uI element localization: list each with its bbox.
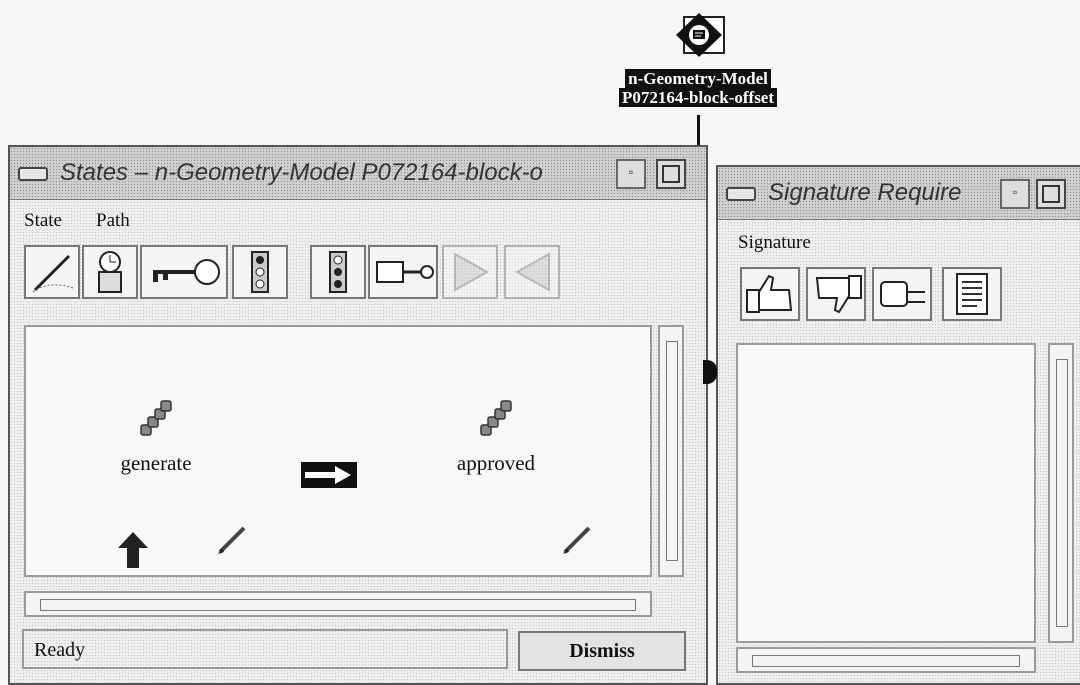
window-title: Signature Require bbox=[768, 179, 962, 206]
minimize-button[interactable]: ▫ bbox=[616, 159, 646, 189]
key-icon bbox=[153, 259, 220, 285]
state-generate[interactable]: generate bbox=[86, 397, 226, 476]
object-label: n-Geometry-Model P072164-block-offset bbox=[578, 69, 818, 108]
key-lock-tool-button[interactable] bbox=[368, 245, 438, 299]
status-text: Ready bbox=[34, 639, 86, 661]
backward-tool-button[interactable] bbox=[504, 245, 560, 299]
states-toolbar bbox=[10, 239, 706, 301]
status-bar: Ready bbox=[22, 629, 508, 669]
connector-stub bbox=[703, 360, 717, 384]
signature-list[interactable] bbox=[736, 343, 1036, 643]
pencil-icon[interactable] bbox=[561, 522, 595, 561]
signature-menubar: Signature bbox=[718, 221, 1080, 259]
signature-titlebar[interactable]: Signature Require ▫ bbox=[718, 167, 1080, 220]
window-title: States – n-Geometry-Model P072164-block-… bbox=[60, 159, 543, 186]
backward-icon bbox=[514, 252, 550, 292]
key-tool-button[interactable] bbox=[140, 245, 228, 299]
state-label: generate bbox=[120, 451, 192, 475]
pencil-icon[interactable] bbox=[216, 522, 250, 561]
states-titlebar[interactable]: States – n-Geometry-Model P072164-block-… bbox=[10, 147, 706, 200]
up-arrow-icon[interactable] bbox=[118, 532, 148, 573]
states-horizontal-scrollbar[interactable] bbox=[24, 591, 652, 617]
minimize-button[interactable]: ▫ bbox=[1000, 179, 1030, 209]
pen-icon bbox=[32, 254, 74, 293]
maximize-button[interactable] bbox=[656, 159, 686, 189]
forward-tool-button[interactable] bbox=[442, 245, 498, 299]
dismiss-button[interactable]: Dismiss bbox=[518, 631, 686, 671]
transition-arrow-icon[interactable] bbox=[301, 462, 357, 493]
states-menubar: State Path bbox=[10, 201, 706, 239]
signature-toolbar bbox=[718, 261, 1080, 323]
maximize-button[interactable] bbox=[1036, 179, 1066, 209]
window-menu-button[interactable] bbox=[726, 187, 756, 201]
signature-vertical-scrollbar[interactable] bbox=[1048, 343, 1074, 643]
clock-tool-button[interactable] bbox=[82, 245, 138, 299]
approve-signature-button[interactable] bbox=[740, 267, 800, 321]
thumbs-down-icon bbox=[815, 275, 862, 314]
state-label: approved bbox=[456, 451, 536, 475]
abstain-signature-button[interactable] bbox=[872, 267, 932, 321]
key-lock-icon bbox=[376, 261, 434, 283]
fist-icon bbox=[880, 281, 925, 307]
states-canvas[interactable]: generate approved bbox=[24, 325, 652, 577]
signature-window: Signature Require ▫ Signature bbox=[716, 165, 1080, 685]
signature-horizontal-scrollbar[interactable] bbox=[736, 647, 1036, 673]
object-icon[interactable] bbox=[670, 13, 728, 57]
menu-signature[interactable]: Signature bbox=[738, 232, 811, 254]
window-menu-button[interactable] bbox=[18, 167, 48, 181]
object-label-line2: P072164-block-offset bbox=[618, 88, 778, 107]
menu-state[interactable]: State bbox=[24, 210, 62, 232]
document-button[interactable] bbox=[942, 267, 1002, 321]
states-vertical-scrollbar[interactable] bbox=[658, 325, 684, 577]
clock-icon bbox=[98, 251, 122, 293]
pen-tool-button[interactable] bbox=[24, 245, 80, 299]
reject-signature-button[interactable] bbox=[806, 267, 866, 321]
document-icon bbox=[956, 273, 988, 315]
menu-path[interactable]: Path bbox=[96, 210, 130, 232]
forward-icon bbox=[454, 252, 490, 292]
thumbs-up-icon bbox=[746, 274, 793, 313]
object-label-line1: n-Geometry-Model bbox=[625, 69, 771, 88]
traffic-light-red-tool-button[interactable] bbox=[310, 245, 366, 299]
state-approved[interactable]: approved bbox=[426, 397, 566, 476]
chain-icon bbox=[480, 400, 512, 436]
chain-icon bbox=[140, 400, 172, 436]
traffic-light-tool-button[interactable] bbox=[232, 245, 288, 299]
states-window: States – n-Geometry-Model P072164-block-… bbox=[8, 145, 708, 685]
traffic-light-icon bbox=[251, 251, 269, 293]
traffic-light-red-icon bbox=[329, 251, 347, 293]
